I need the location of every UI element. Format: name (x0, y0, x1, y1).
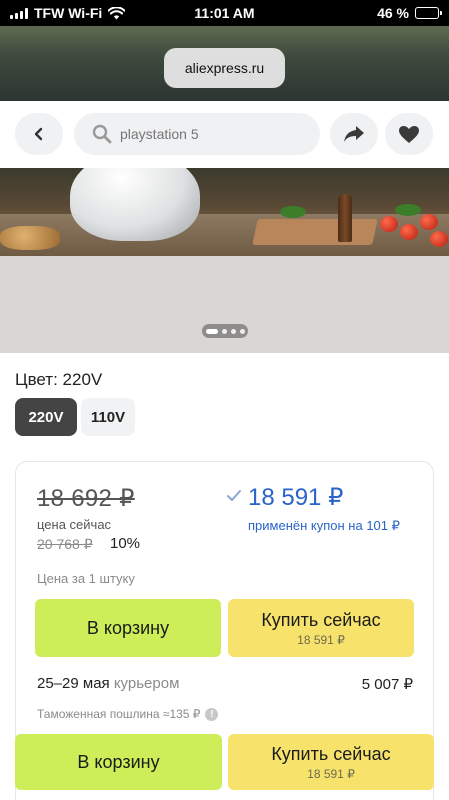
product-image-bread (0, 226, 60, 250)
url-bar[interactable]: aliexpress.ru (164, 48, 285, 88)
pager-dot (239, 328, 245, 334)
delivery-info[interactable]: 25–29 мая курьером (37, 675, 179, 692)
buy-now-label: Купить сейчас (261, 609, 381, 630)
sticky-buy-now-button[interactable]: Купить сейчас 18 591 ₽ (228, 734, 434, 790)
battery-percent: 46 % (377, 5, 409, 21)
top-nav (0, 101, 449, 168)
discount-badge: 10% (110, 535, 141, 552)
product-image-tomato (380, 216, 398, 232)
favorite-button[interactable] (385, 113, 433, 155)
product-image-board (252, 219, 378, 245)
color-label: Цвет: 220V (15, 370, 103, 389)
sticky-buy-now-label: Купить сейчас (271, 743, 391, 764)
product-image-mill (338, 194, 352, 242)
delivery-dates: 25–29 мая (37, 675, 110, 692)
status-right: 46 % (377, 5, 442, 21)
option-110v[interactable]: 110V (81, 398, 135, 436)
shipping-price: 5 007 ₽ (361, 676, 413, 693)
add-to-cart-label: В корзину (86, 617, 170, 638)
pager-dot-active (205, 328, 218, 334)
product-image-tomato (430, 231, 448, 247)
buy-now-price: 18 591 ₽ (297, 632, 345, 647)
share-button[interactable] (330, 113, 378, 155)
share-icon (344, 126, 364, 142)
coupon-note[interactable]: применён купон на 101 ₽ (248, 518, 400, 534)
gallery-pager (202, 324, 248, 338)
sticky-buy-now-price: 18 591 ₽ (307, 766, 355, 781)
buy-now-button[interactable]: Купить сейчас 18 591 ₽ (228, 599, 414, 657)
search-field[interactable] (74, 113, 320, 155)
heart-icon (399, 125, 419, 143)
original-price: 20 768 ₽ (37, 536, 93, 552)
customs-duty: Таможенная пошлина ≈135 ₽ ! (37, 707, 219, 721)
per-unit-label: Цена за 1 штуку (37, 571, 135, 586)
price-now-label: цена сейчас (37, 517, 112, 532)
product-image-tomato (420, 214, 438, 230)
coupon-price: 18 591 ₽ (248, 484, 344, 511)
search-icon (92, 124, 112, 144)
option-220v[interactable]: 220V (15, 398, 77, 436)
pager-dot (221, 328, 227, 334)
info-icon[interactable]: ! (205, 707, 219, 721)
product-image-tomato (400, 224, 418, 240)
product-image-leaf (280, 206, 306, 218)
search-input[interactable] (120, 126, 310, 142)
customs-duty-label: Таможенная пошлина ≈135 ₽ (37, 707, 201, 721)
status-bar: TFW Wi-Fi 11:01 AM 46 % (0, 0, 449, 26)
sticky-add-to-cart-label: В корзину (77, 751, 160, 772)
old-price: 18 692 ₽ (37, 485, 135, 512)
add-to-cart-button[interactable]: В корзину (35, 599, 221, 657)
battery-icon (415, 7, 442, 19)
pager-dot (230, 328, 236, 334)
back-button[interactable] (15, 113, 63, 155)
delivery-method: курьером (113, 675, 180, 692)
back-icon (34, 127, 43, 141)
sticky-add-to-cart-button[interactable]: В корзину (15, 734, 222, 790)
check-icon (227, 490, 241, 501)
product-image-leaf (395, 204, 421, 216)
